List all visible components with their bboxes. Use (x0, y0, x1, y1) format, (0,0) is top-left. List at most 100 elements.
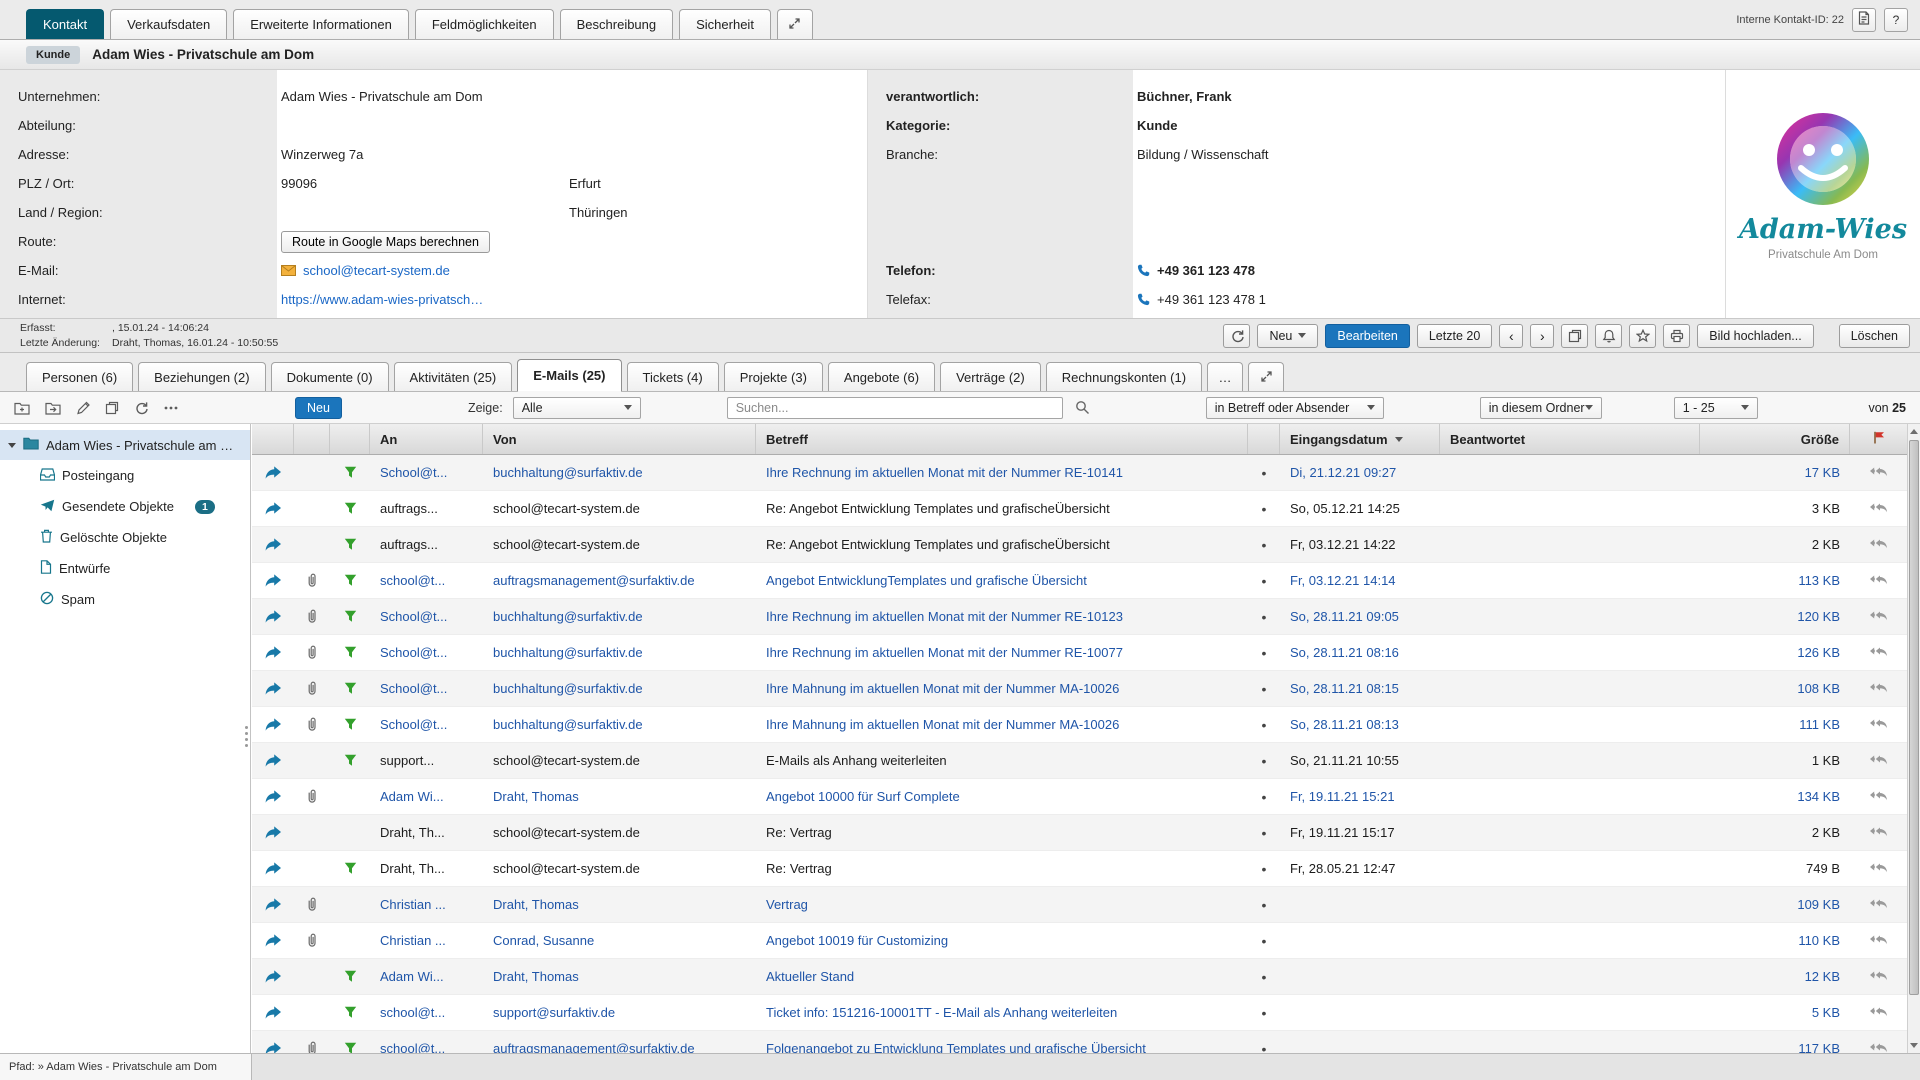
email-subject[interactable]: E-Mails als Anhang weiterleiten (756, 743, 1248, 778)
forward-icon[interactable] (252, 959, 294, 994)
reply-all-icon[interactable] (1850, 599, 1907, 634)
forward-icon[interactable] (252, 707, 294, 742)
tab-vertraege[interactable]: Verträge (2) (940, 362, 1041, 391)
email-subject[interactable]: Ihre Mahnung im aktuellen Monat mit der … (756, 707, 1248, 742)
last-20-button[interactable]: Letzte 20 (1417, 324, 1492, 348)
reply-all-icon[interactable] (1850, 635, 1907, 670)
tab-erweiterte-informationen[interactable]: Erweiterte Informationen (233, 9, 409, 39)
reply-all-icon[interactable] (1850, 887, 1907, 922)
website-link[interactable]: https://www.adam-wies-privatsch… (281, 292, 483, 307)
scroll-up-arrow[interactable] (1908, 424, 1920, 439)
scrollbar-thumb[interactable] (1909, 440, 1919, 995)
favorite-star-button[interactable] (1629, 324, 1656, 348)
forward-icon[interactable] (252, 923, 294, 958)
expand-subtabs-button[interactable] (1248, 362, 1284, 391)
reply-all-icon[interactable] (1850, 779, 1907, 814)
email-subject[interactable]: Angebot EntwicklungTemplates und grafisc… (756, 563, 1248, 598)
rename-icon[interactable] (76, 401, 90, 415)
reply-all-icon[interactable] (1850, 707, 1907, 742)
vertical-scrollbar[interactable] (1907, 424, 1920, 1053)
email-row[interactable]: Draht, Th...school@tecart-system.deRe: V… (252, 851, 1907, 887)
tab-verkaufsdaten[interactable]: Verkaufsdaten (110, 9, 227, 39)
copy-record-button[interactable] (1561, 324, 1588, 348)
folder-geloeschte[interactable]: Gelöschte Objekte (0, 522, 250, 553)
email-row[interactable]: support...school@tecart-system.deE-Mails… (252, 743, 1907, 779)
tab-kontakt[interactable]: Kontakt (26, 9, 104, 39)
email-subject[interactable]: Angebot 10000 für Surf Complete (756, 779, 1248, 814)
col-von[interactable]: Von (483, 424, 756, 454)
email-row[interactable]: Christian ...Conrad, SusanneAngebot 1001… (252, 923, 1907, 959)
new-record-button[interactable]: Neu (1257, 324, 1318, 348)
email-row[interactable]: School@t...buchhaltung@surfaktiv.deIhre … (252, 707, 1907, 743)
email-row[interactable]: School@t...buchhaltung@surfaktiv.deIhre … (252, 635, 1907, 671)
email-subject[interactable]: Re: Vertrag (756, 851, 1248, 886)
email-subject[interactable]: Re: Angebot Entwicklung Templates und gr… (756, 527, 1248, 562)
reply-all-icon[interactable] (1850, 491, 1907, 526)
email-row[interactable]: school@t...support@surfaktiv.deTicket in… (252, 995, 1907, 1031)
email-row[interactable]: School@t...buchhaltung@surfaktiv.deIhre … (252, 599, 1907, 635)
next-record-button[interactable]: › (1530, 324, 1554, 348)
folder-entwuerfe[interactable]: Entwürfe (0, 553, 250, 584)
tab-rechnungskonten[interactable]: Rechnungskonten (1) (1046, 362, 1202, 391)
email-subject[interactable]: Ihre Rechnung im aktuellen Monat mit der… (756, 455, 1248, 490)
email-row[interactable]: auftrags...school@tecart-system.deRe: An… (252, 491, 1907, 527)
tab-sicherheit[interactable]: Sicherheit (679, 9, 771, 39)
email-row[interactable]: School@t...buchhaltung@surfaktiv.deIhre … (252, 671, 1907, 707)
show-filter-dropdown[interactable]: Alle (513, 397, 641, 419)
new-email-button[interactable]: Neu (295, 397, 342, 419)
email-subject[interactable]: Folgenangebot zu Entwicklung Templates u… (756, 1031, 1248, 1053)
reply-all-icon[interactable] (1850, 959, 1907, 994)
email-subject[interactable]: Ihre Mahnung im aktuellen Monat mit der … (756, 671, 1248, 706)
search-scope-dropdown[interactable]: in Betreff oder Absender (1206, 397, 1384, 419)
tab-angebote[interactable]: Angebote (6) (828, 362, 935, 391)
email-row[interactable]: Draht, Th...school@tecart-system.deRe: V… (252, 815, 1907, 851)
col-flag[interactable] (330, 424, 370, 454)
tab-tickets[interactable]: Tickets (4) (627, 362, 719, 391)
search-input[interactable] (727, 397, 1063, 419)
more-icon[interactable] (163, 401, 179, 415)
collapse-icon[interactable] (8, 443, 16, 448)
more-tabs-button[interactable]: … (1207, 362, 1243, 391)
folder-posteingang[interactable]: Posteingang (0, 460, 250, 491)
reply-all-icon[interactable] (1850, 743, 1907, 778)
tab-beschreibung[interactable]: Beschreibung (560, 9, 674, 39)
refresh-icon[interactable] (134, 401, 148, 415)
col-eingangsdatum[interactable]: Eingangsdatum (1280, 424, 1440, 454)
upload-image-button[interactable]: Bild hochladen... (1697, 324, 1813, 348)
email-subject[interactable]: Vertrag (756, 887, 1248, 922)
reply-all-icon[interactable] (1850, 851, 1907, 886)
forward-icon[interactable] (252, 779, 294, 814)
tab-aktivitaeten[interactable]: Aktivitäten (25) (394, 362, 513, 391)
route-google-maps-button[interactable]: Route in Google Maps berechnen (281, 231, 490, 253)
reply-all-icon[interactable] (1850, 527, 1907, 562)
forward-icon[interactable] (252, 455, 294, 490)
email-subject[interactable]: Re: Angebot Entwicklung Templates und gr… (756, 491, 1248, 526)
email-row[interactable]: Adam Wi...Draht, ThomasAngebot 10000 für… (252, 779, 1907, 815)
email-subject[interactable]: Ticket info: 151216-10001TT - E-Mail als… (756, 995, 1248, 1030)
reply-all-icon[interactable] (1850, 671, 1907, 706)
delete-button[interactable]: Löschen (1839, 324, 1910, 348)
forward-icon[interactable] (252, 995, 294, 1030)
email-link[interactable]: school@tecart-system.de (303, 263, 450, 278)
folder-spam[interactable]: Spam (0, 584, 250, 615)
forward-icon[interactable] (252, 887, 294, 922)
email-subject[interactable]: Ihre Rechnung im aktuellen Monat mit der… (756, 599, 1248, 634)
email-row[interactable]: school@t...auftragsmanagement@surfaktiv.… (252, 1031, 1907, 1053)
tab-projekte[interactable]: Projekte (3) (724, 362, 823, 391)
col-an[interactable]: An (370, 424, 483, 454)
forward-icon[interactable] (252, 635, 294, 670)
email-subject[interactable]: Aktueller Stand (756, 959, 1248, 994)
forward-icon[interactable] (252, 491, 294, 526)
col-groesse[interactable]: Größe (1700, 424, 1850, 454)
col-forward[interactable] (252, 424, 294, 454)
reply-all-icon[interactable] (1850, 563, 1907, 598)
reply-all-icon[interactable] (1850, 815, 1907, 850)
col-attachment[interactable] (294, 424, 330, 454)
forward-icon[interactable] (252, 563, 294, 598)
search-icon[interactable] (1075, 400, 1090, 415)
email-row[interactable]: School@t...buchhaltung@surfaktiv.deIhre … (252, 455, 1907, 491)
col-betreff[interactable]: Betreff (756, 424, 1248, 454)
notification-bell-button[interactable] (1595, 324, 1622, 348)
forward-icon[interactable] (252, 851, 294, 886)
tab-personen[interactable]: Personen (6) (26, 362, 133, 391)
